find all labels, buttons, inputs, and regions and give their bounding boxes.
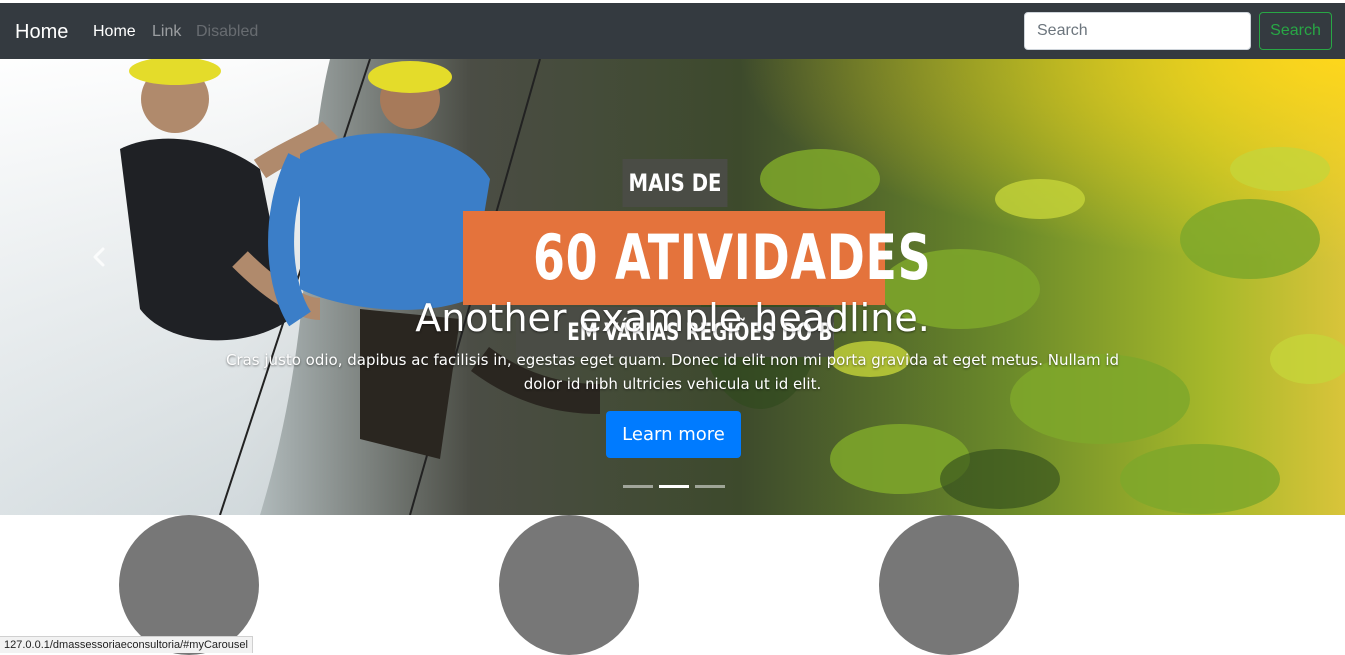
promo-banner-top: MAIS DE: [622, 159, 728, 207]
navbar: Home Home Link Disabled Search: [0, 3, 1345, 59]
nav-link-home[interactable]: Home: [93, 22, 136, 42]
chevron-left-icon: [93, 247, 105, 267]
status-bar-url: 127.0.0.1/dmassessoriaeconsultoria/#myCa…: [0, 636, 253, 653]
placeholder-circle-2: [499, 515, 639, 655]
carousel-prev-control[interactable]: [0, 59, 200, 515]
carousel-indicator-2[interactable]: [659, 485, 689, 488]
carousel-indicator-3[interactable]: [695, 485, 725, 488]
learn-more-button[interactable]: Learn more: [606, 411, 741, 458]
promo-banner-main-text: 60 ATIVIDADES: [532, 221, 932, 294]
carousel-caption-text: Cras justo odio, dapibus ac facilisis in…: [225, 351, 1120, 393]
promo-banner-main: 60 ATIVIDADES: [463, 211, 931, 305]
nav-link-disabled: Disabled: [196, 23, 259, 40]
nav-link-link[interactable]: Link: [152, 22, 181, 42]
placeholder-circle-1: [119, 515, 259, 655]
carousel-caption-title: Another example headline.: [415, 296, 930, 340]
placeholder-circle-3: [879, 515, 1019, 655]
carousel-indicator-1[interactable]: [623, 485, 653, 488]
search-button[interactable]: Search: [1259, 12, 1332, 50]
carousel-next-control[interactable]: [1145, 59, 1345, 515]
navbar-brand[interactable]: Home: [15, 19, 68, 45]
carousel-indicators: [623, 485, 727, 489]
carousel: MAIS DE 60 ATIVIDADES EM VÁRIAS REGIÕES …: [0, 59, 1345, 515]
search-input[interactable]: [1024, 12, 1251, 50]
